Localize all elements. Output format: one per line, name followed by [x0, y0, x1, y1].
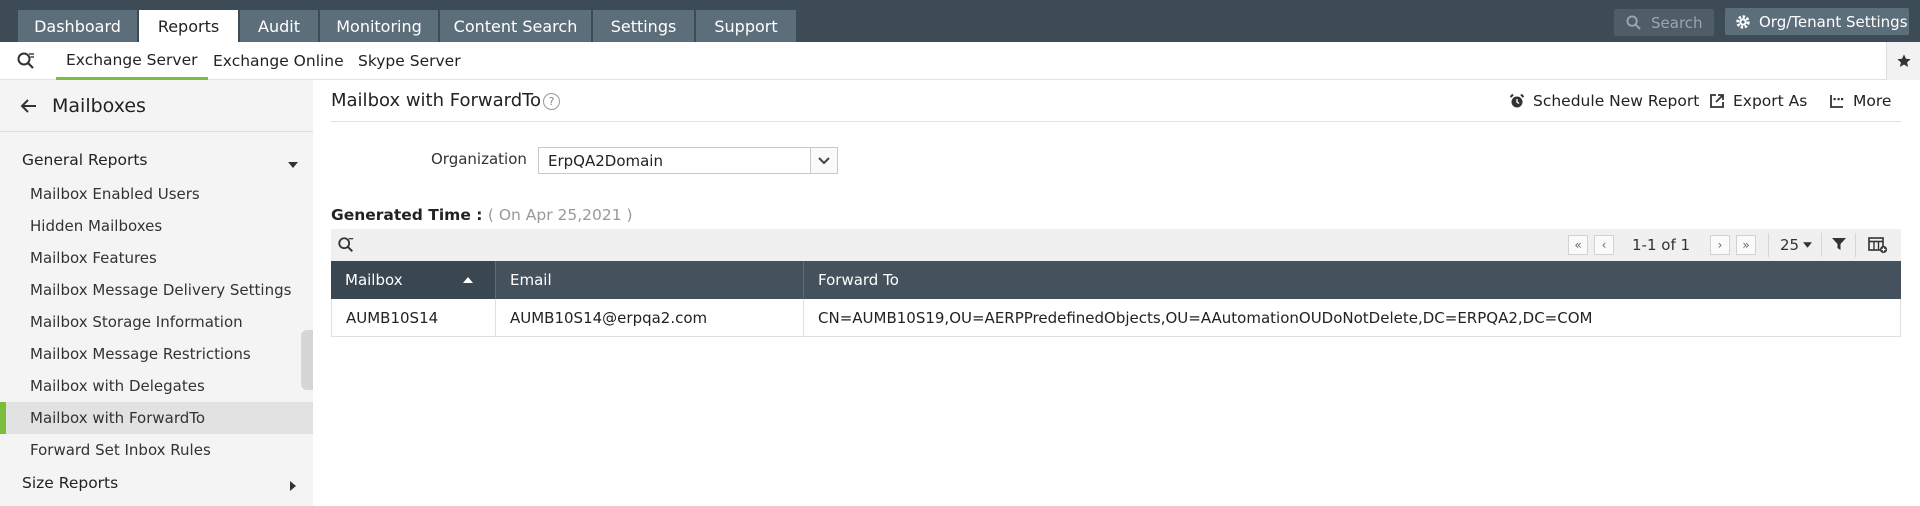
more-button[interactable]: More: [1829, 92, 1891, 110]
search-placeholder: Search: [1651, 13, 1703, 32]
search-icon: [1626, 15, 1641, 30]
org-tenant-settings-button[interactable]: Org/Tenant Settings: [1725, 8, 1909, 35]
organization-label: Organization: [431, 150, 527, 168]
cell-mailbox: AUMB10S14: [332, 299, 496, 336]
more-label: More: [1853, 92, 1892, 110]
sidebar-item-storage-information[interactable]: Mailbox Storage Information: [0, 306, 313, 338]
subnav-exchange-online[interactable]: Exchange Online: [213, 42, 344, 80]
tab-settings[interactable]: Settings: [593, 10, 694, 42]
top-nav-bar: Dashboard Reports Audit Monitoring Conte…: [0, 0, 1920, 42]
sidebar-collapse-handle[interactable]: [301, 330, 313, 390]
sidebar-header: Mailboxes: [0, 80, 313, 132]
sidebar-title: Mailboxes: [52, 94, 146, 117]
sidebar-item-mailbox-with-forwardto[interactable]: Mailbox with ForwardTo: [0, 402, 313, 434]
sidebar-item-message-delivery-settings[interactable]: Mailbox Message Delivery Settings: [0, 274, 313, 306]
global-search[interactable]: Search: [1614, 9, 1714, 36]
prev-page-button[interactable]: ‹: [1594, 235, 1614, 255]
sort-ascending-icon: [463, 277, 473, 283]
first-page-button[interactable]: «: [1568, 235, 1588, 255]
main-content: Mailbox with ForwardTo ? Schedule New Re…: [313, 80, 1920, 506]
tab-reports[interactable]: Reports: [139, 10, 238, 42]
organization-select[interactable]: ErpQA2Domain: [538, 147, 838, 174]
sidebar-item-hidden-mailboxes[interactable]: Hidden Mailboxes: [0, 210, 313, 242]
column-chooser-icon[interactable]: [1868, 236, 1888, 258]
caret-right-icon[interactable]: [290, 481, 296, 491]
schedule-new-report-button[interactable]: Schedule New Report: [1509, 92, 1699, 110]
export-as-button[interactable]: Export As: [1709, 92, 1807, 110]
caret-down-icon[interactable]: [288, 162, 298, 168]
page-range: 1-1 of 1: [1632, 236, 1691, 254]
page-size-select[interactable]: 25: [1780, 236, 1813, 254]
last-page-button[interactable]: »: [1736, 235, 1756, 255]
generated-time-label: Generated Time :: [331, 206, 483, 224]
table-search-icon[interactable]: [337, 236, 355, 258]
sidebar: Mailboxes General Reports Mailbox Enable…: [0, 80, 313, 506]
organization-value: ErpQA2Domain: [548, 151, 663, 170]
generated-time-value: ( On Apr 25,2021 ): [487, 206, 633, 224]
schedule-label: Schedule New Report: [1533, 92, 1700, 110]
sidebar-group-label: Size Reports: [22, 474, 119, 492]
cell-email: AUMB10S14@erpqa2.com: [496, 299, 804, 336]
subnav-skype-server[interactable]: Skype Server: [358, 42, 461, 80]
cell-forward-to: CN=AUMB10S19,OU=AERPPredefinedObjects,OU…: [818, 308, 1593, 327]
title-divider: [331, 121, 1901, 122]
favorite-star-button[interactable]: [1886, 42, 1920, 80]
chevron-down-icon[interactable]: [810, 148, 837, 173]
page-title: Mailbox with ForwardTo: [331, 90, 542, 111]
filter-icon[interactable]: [1832, 237, 1846, 255]
table-row[interactable]: AUMB10S14 AUMB10S14@erpqa2.com CN=AUMB10…: [331, 299, 1901, 337]
sidebar-item-mailbox-features[interactable]: Mailbox Features: [0, 242, 313, 274]
more-menu-icon: [1830, 95, 1844, 108]
tab-audit[interactable]: Audit: [240, 10, 318, 42]
caret-down-icon: [1803, 242, 1813, 248]
table-toolbar: « ‹ 1-1 of 1 › » 25: [331, 229, 1901, 261]
tab-content-search[interactable]: Content Search: [440, 10, 591, 42]
column-label: Email: [510, 271, 552, 289]
column-label: Forward To: [818, 271, 899, 289]
sidebar-item-forward-set-inbox-rules[interactable]: Forward Set Inbox Rules: [0, 434, 313, 466]
toolbar-divider: [1855, 233, 1856, 257]
toolbar-divider: [1768, 233, 1769, 257]
page-size-value: 25: [1780, 236, 1800, 254]
sidebar-group-size-reports[interactable]: Size Reports: [22, 474, 118, 492]
sidebar-item-message-restrictions[interactable]: Mailbox Message Restrictions: [0, 338, 313, 370]
help-icon[interactable]: ?: [543, 93, 560, 110]
tab-dashboard[interactable]: Dashboard: [18, 10, 137, 42]
export-icon: [1710, 94, 1724, 108]
report-table: Mailbox Email Forward To AUMB10S14 AUMB1…: [331, 261, 1901, 337]
sidebar-group-label: General Reports: [22, 151, 148, 169]
gear-icon: [1736, 14, 1750, 29]
tab-support[interactable]: Support: [696, 10, 796, 42]
sidebar-item-mailbox-with-delegates[interactable]: Mailbox with Delegates: [0, 370, 313, 402]
back-arrow-icon[interactable]: [20, 98, 38, 114]
sidebar-item-mailbox-enabled-users[interactable]: Mailbox Enabled Users: [0, 178, 313, 210]
column-label: Mailbox: [345, 271, 403, 289]
toolbar-divider: [1821, 233, 1822, 257]
tab-monitoring[interactable]: Monitoring: [320, 10, 438, 42]
column-header-mailbox[interactable]: Mailbox: [331, 261, 496, 299]
product-subnav: Exchange Server Exchange Online Skype Se…: [0, 42, 1920, 80]
subnav-exchange-server[interactable]: Exchange Server: [56, 42, 208, 80]
next-page-button[interactable]: ›: [1710, 235, 1730, 255]
report-search-icon[interactable]: [16, 51, 36, 75]
table-header: Mailbox Email Forward To: [331, 261, 1901, 299]
alarm-clock-icon: [1509, 93, 1525, 108]
generated-time: Generated Time : ( On Apr 25,2021 ): [331, 206, 633, 224]
export-label: Export As: [1733, 92, 1808, 110]
sidebar-group-general-reports[interactable]: General Reports: [22, 151, 147, 169]
star-icon: [1896, 54, 1911, 67]
column-header-email[interactable]: Email: [496, 261, 804, 299]
org-tenant-settings-label: Org/Tenant Settings: [1759, 12, 1908, 31]
column-header-forward-to[interactable]: Forward To: [804, 261, 1901, 299]
